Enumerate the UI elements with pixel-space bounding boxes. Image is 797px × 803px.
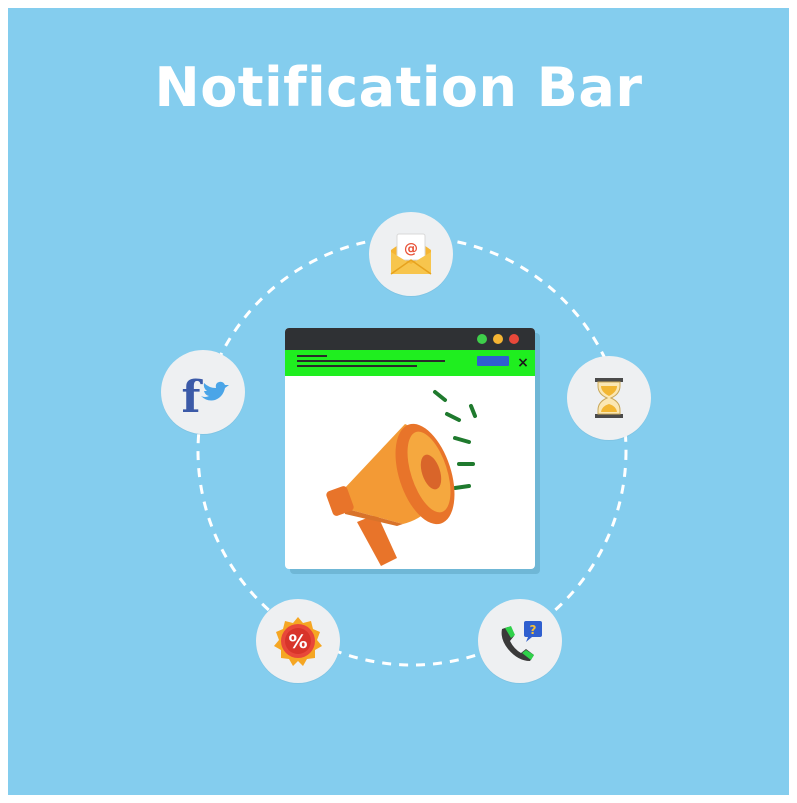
email-at-glyph: @ xyxy=(404,241,418,257)
email-icon: @ xyxy=(390,233,432,275)
notification-bar[interactable]: × xyxy=(285,350,535,376)
support-node: ? xyxy=(478,599,562,683)
facebook-glyph: f xyxy=(182,372,204,423)
social-icon: f xyxy=(182,372,229,423)
megaphone-icon xyxy=(326,390,477,566)
notification-cta-button[interactable] xyxy=(477,356,509,366)
window-titlebar xyxy=(285,328,535,350)
discount-percent-glyph: % xyxy=(288,631,307,653)
social-node: f xyxy=(161,350,245,434)
maximize-dot-icon xyxy=(477,334,487,344)
support-question-glyph: ? xyxy=(530,623,537,637)
close-dot-icon xyxy=(509,334,519,344)
email-node: @ xyxy=(369,212,453,296)
browser-window: × xyxy=(285,328,540,574)
banner-panel: Notification Bar @ ? % f × xyxy=(8,8,789,795)
minimize-dot-icon xyxy=(493,334,503,344)
browser-frame: × xyxy=(285,328,535,569)
discount-badge-icon: % xyxy=(274,617,322,666)
notification-close-icon[interactable]: × xyxy=(517,355,529,371)
phone-support-icon: ? xyxy=(501,621,542,661)
timer-node xyxy=(567,356,651,440)
hourglass-icon xyxy=(595,378,623,418)
notification-bar-content: × xyxy=(297,355,529,371)
discount-node: % xyxy=(256,599,340,683)
